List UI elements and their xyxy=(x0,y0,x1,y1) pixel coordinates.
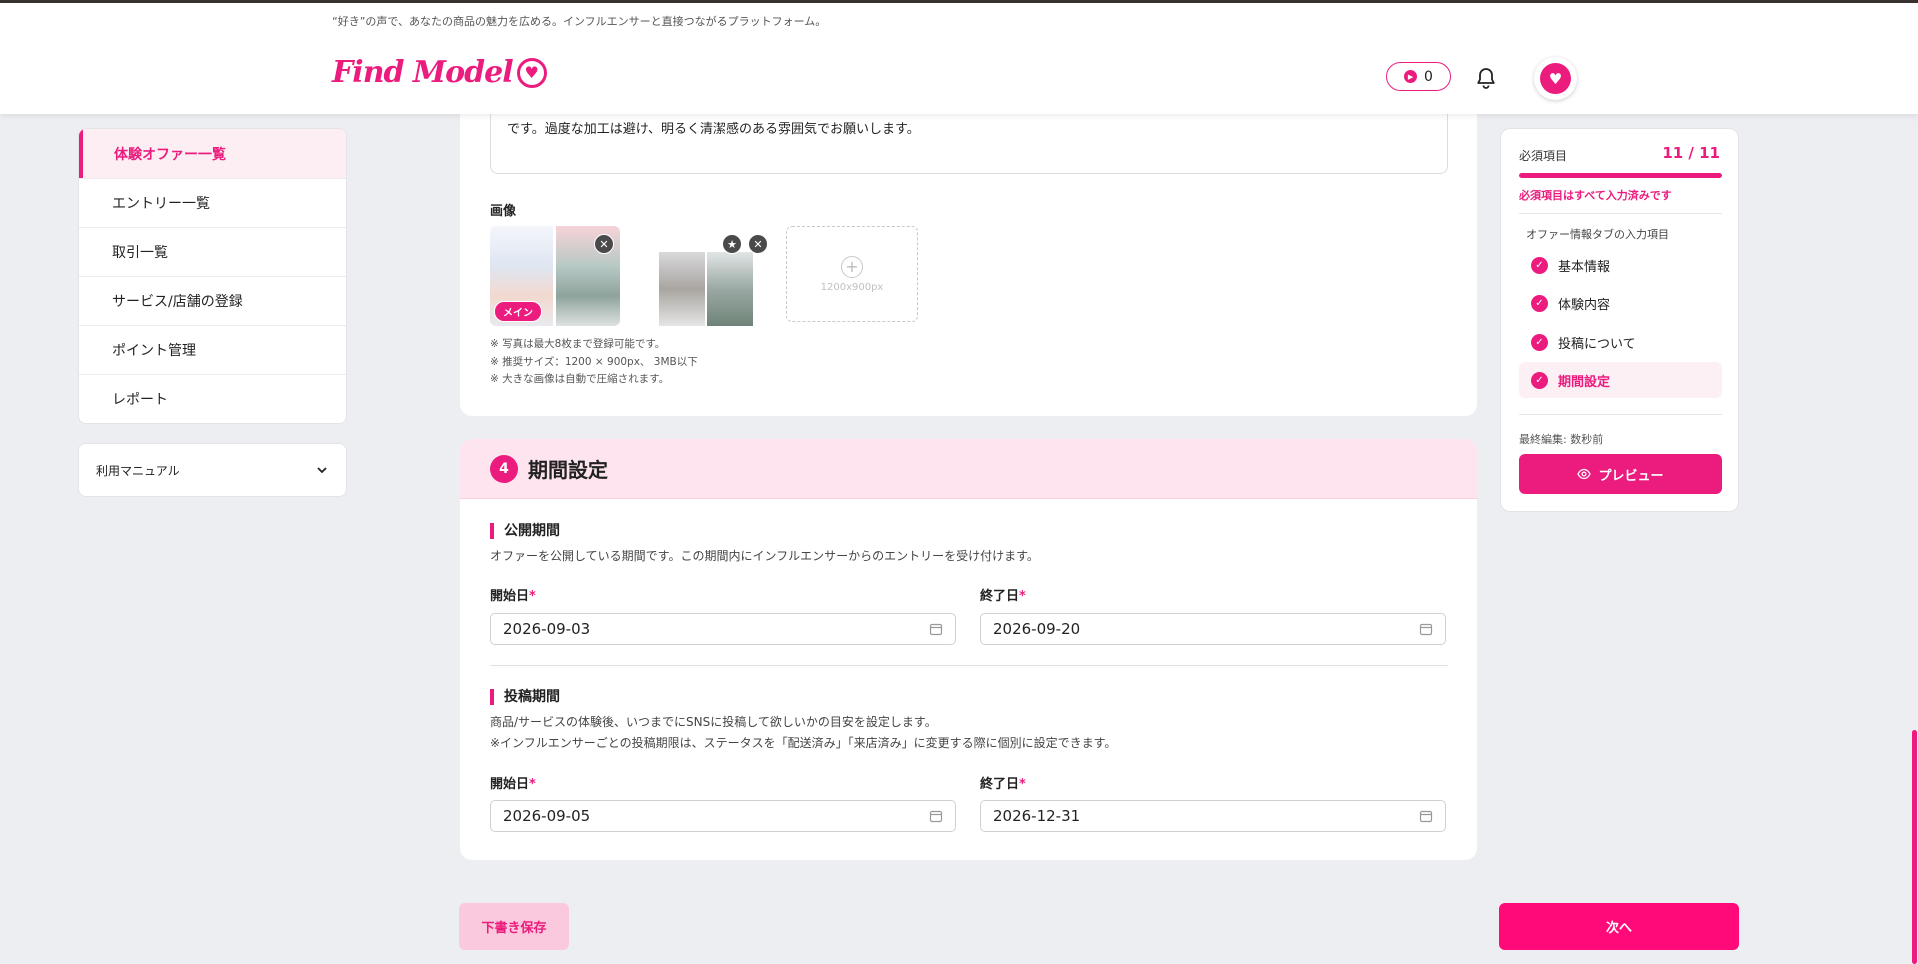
post-period-title: 投稿期間 xyxy=(490,689,560,705)
section-divider xyxy=(490,665,1448,666)
calendar-icon xyxy=(1419,623,1433,636)
public-period-desc: オファーを公開している期間です。この期間内にインフルエンサーからのエントリーを受… xyxy=(490,549,1039,563)
remove-image-button[interactable]: ✕ xyxy=(594,234,614,254)
image-thumbnail[interactable]: ★ ✕ xyxy=(645,226,775,326)
image-notes: ※ 写真は最大8枚まで登録可能です。 ※ 推奨サイズ：1200 × 900px、… xyxy=(490,336,698,389)
calendar-icon xyxy=(929,623,943,636)
scrollbar-thumb[interactable] xyxy=(1912,730,1917,964)
post-start-date-input[interactable]: 2026-09-05 xyxy=(490,800,956,832)
progress-divider xyxy=(1519,213,1722,214)
date-value: 2026-12-31 xyxy=(993,807,1081,825)
manual-dropdown[interactable]: 利用マニュアル xyxy=(78,443,347,497)
post-start-label: 開始日* xyxy=(490,777,536,792)
points-count: 0 xyxy=(1424,68,1433,85)
progress-item-period[interactable]: ✓ 期間設定 xyxy=(1519,362,1722,398)
photo-image xyxy=(707,252,753,326)
progress-item-basic-info[interactable]: ✓ 基本情報 xyxy=(1519,247,1722,283)
calendar-icon xyxy=(1419,810,1433,823)
progress-item-experience[interactable]: ✓ 体験内容 xyxy=(1519,285,1722,321)
progress-card: 必須項目 11 / 11 必須項目はすべて入力済みです オファー情報タブの入力項… xyxy=(1500,128,1739,512)
check-icon: ✓ xyxy=(1531,371,1548,389)
public-start-date-input[interactable]: 2026-09-03 xyxy=(490,613,956,645)
public-period-title: 公開期間 xyxy=(490,523,560,539)
sidebar-item-service-registration[interactable]: サービス/店舗の登録 xyxy=(79,276,346,325)
image-note: ※ 推奨サイズ：1200 × 900px、 3MB以下 xyxy=(490,355,698,368)
progress-bar-fill xyxy=(1519,173,1722,178)
eye-icon xyxy=(1577,468,1592,480)
post-end-date-input[interactable]: 2026-12-31 xyxy=(980,800,1446,832)
date-value: 2026-09-03 xyxy=(503,620,591,638)
plus-icon: + xyxy=(841,255,863,278)
last-edited: 最終編集: 数秒前 xyxy=(1519,433,1604,446)
sidebar-item-transactions[interactable]: 取引一覧 xyxy=(79,227,346,276)
add-image-size: 1200x900px xyxy=(820,281,884,293)
avatar[interactable]: ♥ xyxy=(1534,57,1577,100)
progress-divider xyxy=(1519,414,1722,415)
next-button[interactable]: 次へ xyxy=(1499,903,1739,950)
progress-bar xyxy=(1519,173,1722,178)
period-settings-card: 4 期間設定 公開期間 オファーを公開している期間です。この期間内にインフルエン… xyxy=(460,439,1477,860)
save-draft-button[interactable]: 下書き保存 xyxy=(459,903,569,950)
avatar-heart-icon: ♥ xyxy=(1540,63,1571,94)
required-complete-text: 必須項目はすべて入力済みです xyxy=(1519,189,1672,202)
progress-section-title: オファー情報タブの入力項目 xyxy=(1526,228,1669,241)
required-label: 必須項目 xyxy=(1519,149,1568,163)
points-badge[interactable]: ▶ 0 xyxy=(1386,62,1451,91)
images-label: 画像 xyxy=(490,204,517,219)
sidebar: 体験オファー一覧 エントリー一覧 取引一覧 サービス/店舗の登録 ポイント管理 … xyxy=(78,128,347,424)
public-end-date-input[interactable]: 2026-09-20 xyxy=(980,613,1446,645)
preview-button[interactable]: プレビュー xyxy=(1519,454,1722,494)
remove-image-button[interactable]: ✕ xyxy=(748,234,768,254)
image-note: ※ 大きな画像は自動で圧縮されます。 xyxy=(490,373,670,385)
header-tagline: “好き”の声で、あなたの商品の魅力を広める。インフルエンサーと直接つながるプラッ… xyxy=(332,15,827,28)
calendar-icon xyxy=(929,810,943,823)
image-note: ※ 写真は最大8枚まで登録可能です。 xyxy=(490,338,666,350)
chevron-down-icon xyxy=(317,467,327,474)
sidebar-item-points[interactable]: ポイント管理 xyxy=(79,325,346,374)
image-thumbnail-main[interactable]: ✕ メイン xyxy=(490,226,620,326)
description-textarea[interactable]: です。過度な加工は避け、明るく清潔感のある雰囲気でお願いします。 xyxy=(490,104,1448,174)
progress-item-posting[interactable]: ✓ 投稿について xyxy=(1519,324,1722,360)
photo-image xyxy=(659,252,705,326)
period-settings-header: 4 期間設定 xyxy=(460,439,1477,499)
sidebar-item-report[interactable]: レポート xyxy=(79,374,346,423)
check-icon: ✓ xyxy=(1531,256,1548,274)
main-image-badge: メイン xyxy=(494,301,542,322)
logo-text: Find Model xyxy=(332,55,514,90)
sidebar-item-entries[interactable]: エントリー一覧 xyxy=(79,178,346,227)
date-value: 2026-09-20 xyxy=(993,620,1081,638)
section-number: 4 xyxy=(490,454,518,483)
star-icon[interactable]: ★ xyxy=(722,234,742,254)
sidebar-item-offers[interactable]: 体験オファー一覧 xyxy=(79,129,346,178)
public-start-label: 開始日* xyxy=(490,589,536,604)
check-icon: ✓ xyxy=(1531,333,1548,351)
public-end-label: 終了日* xyxy=(980,589,1026,604)
bell-icon[interactable] xyxy=(1474,66,1498,90)
check-icon: ✓ xyxy=(1531,294,1548,312)
required-count: 11 / 11 xyxy=(1662,144,1720,162)
add-image-button[interactable]: + 1200x900px xyxy=(786,226,918,322)
site-header: “好き”の声で、あなたの商品の魅力を広める。インフルエンサーと直接つながるプラッ… xyxy=(0,3,1918,114)
logo[interactable]: Find Model ♥ xyxy=(332,55,547,90)
date-value: 2026-09-05 xyxy=(503,807,591,825)
images-card: です。過度な加工は避け、明るく清潔感のある雰囲気でお願いします。 画像 ✕ メイ… xyxy=(460,104,1477,416)
section-title: 期間設定 xyxy=(528,458,608,482)
point-coin-icon: ▶ xyxy=(1404,70,1418,83)
heart-logo-icon: ♥ xyxy=(516,57,547,88)
post-period-desc: 商品/サービスの体験後、いつまでにSNSに投稿して欲しいかの目安を設定します。 … xyxy=(490,715,1117,750)
post-end-label: 終了日* xyxy=(980,777,1026,792)
manual-label: 利用マニュアル xyxy=(96,463,180,478)
